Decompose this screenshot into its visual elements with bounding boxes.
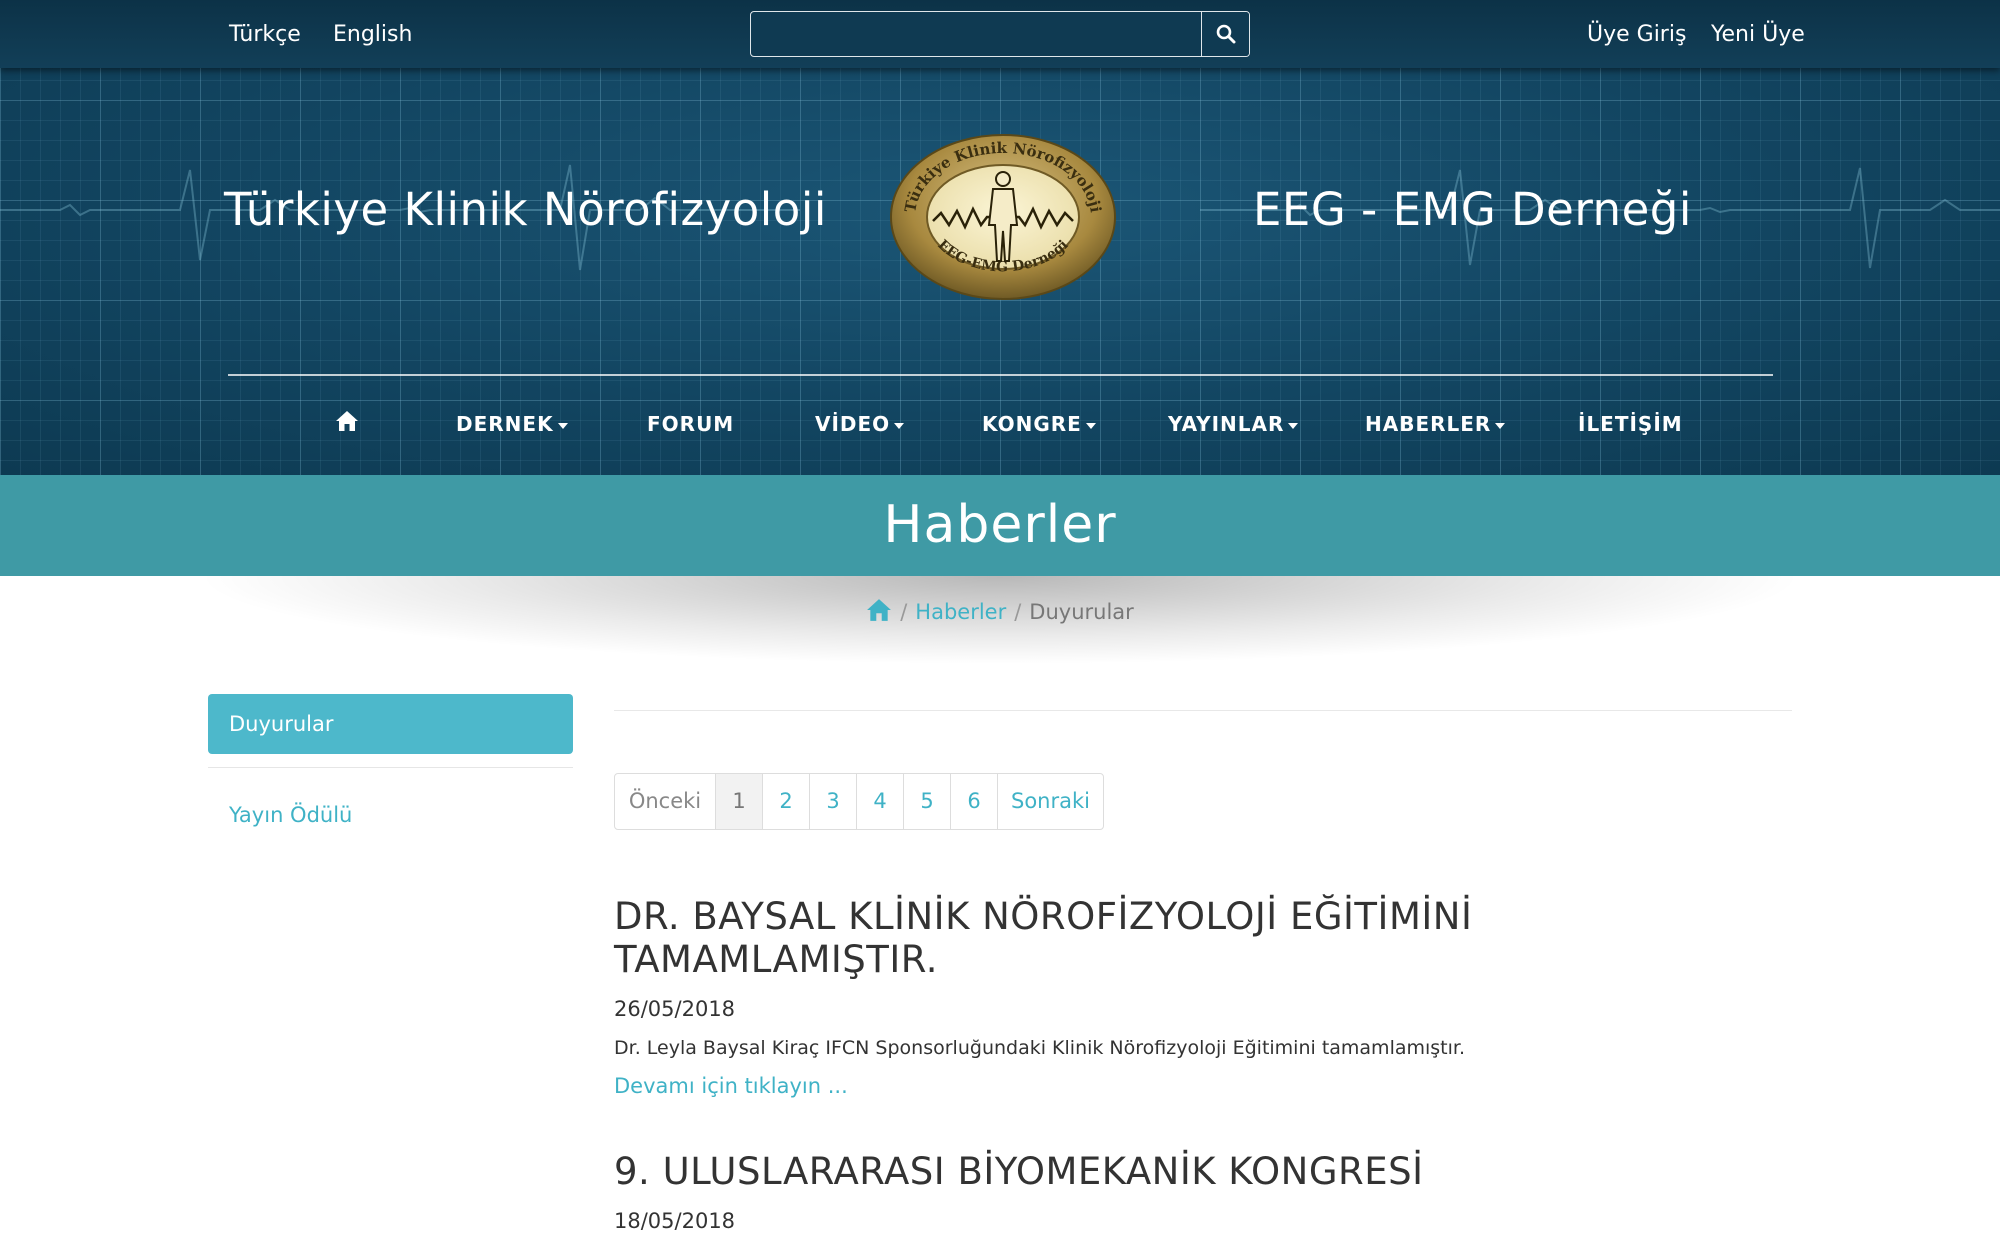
- pagination-page-2[interactable]: 2: [762, 774, 809, 829]
- pagination-page-1[interactable]: 1: [715, 774, 762, 829]
- chevron-down-icon: [1085, 422, 1096, 429]
- pagination-page-3[interactable]: 3: [809, 774, 856, 829]
- home-icon: [336, 411, 358, 431]
- nav-item-iletisim[interactable]: İLETİŞİM: [1578, 412, 1683, 436]
- language-english-link[interactable]: English: [333, 22, 412, 47]
- breadcrumb-link-haberler[interactable]: Haberler: [915, 600, 1006, 624]
- search-icon: [1216, 24, 1235, 44]
- new-member-link[interactable]: Yeni Üye: [1711, 22, 1805, 47]
- nav-item-dernek[interactable]: DERNEK: [456, 412, 568, 436]
- site-title-left: Türkiye Klinik Nörofizyoloji: [224, 183, 827, 236]
- site-title-right: EEG - EMG Derneği: [1253, 183, 1692, 236]
- news-date: 26/05/2018: [614, 997, 736, 1021]
- top-bar: Türkçe English Üye Giriş Yeni Üye: [0, 0, 2000, 68]
- news-summary: Dr. Leyla Baysal Kiraç IFCN Sponsorluğun…: [614, 1037, 1466, 1059]
- page-title: Haberler: [883, 495, 1117, 555]
- news-item: DR. BAYSAL KLİNİK NÖROFİZYOLOJİ EĞİTİMİN…: [614, 895, 1794, 1098]
- search-button[interactable]: [1201, 12, 1249, 56]
- search-input[interactable]: [751, 12, 1201, 56]
- pagination-page-5[interactable]: 5: [903, 774, 950, 829]
- nav-item-haberler[interactable]: HABERLER: [1365, 412, 1506, 436]
- pagination-prev[interactable]: Önceki: [615, 774, 715, 829]
- chevron-down-icon: [557, 422, 568, 429]
- main-navigation: DERNEK FORUM VİDEO KONGRE YAYINLAR HABER…: [0, 376, 2000, 475]
- page-title-band: Haberler: [0, 475, 2000, 576]
- news-title[interactable]: 9. ULUSLARARASI BİYOMEKANİK KONGRESİ: [614, 1150, 1794, 1193]
- chevron-down-icon: [894, 422, 905, 429]
- association-logo[interactable]: Türkiye Klinik Nörofizyoloji EEG-EMG Der…: [889, 133, 1117, 301]
- pagination-page-4[interactable]: 4: [856, 774, 903, 829]
- language-turkish-link[interactable]: Türkçe: [229, 22, 301, 47]
- nav-home[interactable]: [335, 410, 359, 437]
- breadcrumb-home[interactable]: [866, 598, 892, 627]
- content-divider: [614, 710, 1792, 711]
- news-title[interactable]: DR. BAYSAL KLİNİK NÖROFİZYOLOJİ EĞİTİMİN…: [614, 895, 1794, 981]
- sidebar-item-yayin-odulu[interactable]: Yayın Ödülü: [229, 803, 352, 827]
- pagination: Önceki 1 2 3 4 5 6 Sonraki: [614, 773, 1104, 830]
- breadcrumb-separator: /: [900, 600, 908, 624]
- pagination-page-6[interactable]: 6: [950, 774, 997, 829]
- member-login-link[interactable]: Üye Giriş: [1587, 22, 1686, 47]
- news-read-more-link[interactable]: Devamı için tıklayın ...: [614, 1074, 1794, 1098]
- nav-item-video[interactable]: VİDEO: [815, 412, 905, 436]
- pagination-next[interactable]: Sonraki: [997, 774, 1103, 829]
- sidebar-item-duyurular[interactable]: Duyurular: [208, 694, 573, 754]
- chevron-down-icon: [1288, 422, 1299, 429]
- nav-item-forum[interactable]: FORUM: [647, 412, 734, 436]
- breadcrumb-current: Duyurular: [1029, 600, 1134, 624]
- home-icon: [867, 599, 892, 621]
- sidebar-divider: [208, 767, 573, 768]
- news-date: 18/05/2018: [614, 1209, 736, 1233]
- site-header: Türkçe English Üye Giriş Yeni Üye Türkiy…: [0, 0, 2000, 475]
- chevron-down-icon: [1495, 422, 1506, 429]
- nav-item-kongre[interactable]: KONGRE: [982, 412, 1096, 436]
- search-box: [750, 11, 1250, 57]
- nav-item-yayinlar[interactable]: YAYINLAR: [1168, 412, 1299, 436]
- news-item: 9. ULUSLARARASI BİYOMEKANİK KONGRESİ 18/…: [614, 1150, 1794, 1233]
- band-shadow: [0, 576, 2000, 686]
- breadcrumb-separator: /: [1014, 600, 1022, 624]
- breadcrumb: / Haberler / Duyurular: [0, 598, 2000, 627]
